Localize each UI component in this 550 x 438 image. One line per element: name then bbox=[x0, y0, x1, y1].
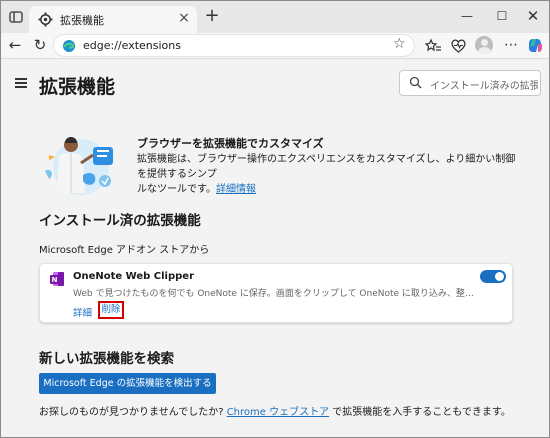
profile-avatar[interactable] bbox=[475, 36, 493, 54]
tab-strip: 拡張機能 × + — ☐ ✕ bbox=[1, 1, 549, 33]
refresh-icon[interactable]: ↻ bbox=[31, 36, 49, 54]
extensions-content: ブラウザーを拡張機能でカスタマイズ 拡張機能は、ブラウザー操作のエクスペリエンス… bbox=[1, 110, 549, 437]
get-extensions-button[interactable]: Microsoft Edge の拡張機能を検出する bbox=[39, 373, 216, 394]
back-arrow-icon[interactable]: ← bbox=[6, 36, 24, 54]
browser-window: 拡張機能 × + — ☐ ✕ ← ↻ edge://extensions ☆ ⋯… bbox=[0, 0, 550, 438]
menu-icon[interactable] bbox=[15, 78, 27, 88]
svg-text:N: N bbox=[52, 276, 58, 284]
search-placeholder: インストール済みの拡張機... bbox=[430, 81, 538, 92]
url-text: edge://extensions bbox=[83, 39, 181, 52]
page-title: 拡張機能 bbox=[39, 76, 116, 98]
onenote-icon: N bbox=[50, 272, 64, 286]
chrome-store-hint: お探しのものが見つかりませんでしたか? Chrome ウェブストア で拡張機能を… bbox=[39, 403, 511, 418]
installed-extensions-heading: インストール済の拡張機能 bbox=[39, 213, 201, 229]
promo-desc-line1: 拡張機能は、ブラウザー操作のエクスペリエンスをカスタマイズし、より細かい制御を提… bbox=[137, 154, 516, 180]
chrome-web-store-link[interactable]: Chrome ウェブストア bbox=[227, 407, 329, 418]
new-tab-icon[interactable]: + bbox=[203, 7, 221, 25]
address-toolbar: ← ↻ edge://extensions ☆ ⋯ bbox=[1, 33, 549, 58]
address-bar[interactable]: edge://extensions ☆ bbox=[53, 34, 415, 57]
minimize-icon[interactable]: — bbox=[458, 7, 476, 25]
extension-card-onenote: N OneNote Web Clipper Web で見つけたものを何でも On… bbox=[39, 263, 513, 323]
promo-description: 拡張機能は、ブラウザー操作のエクスペリエンスをカスタマイズし、より細かい制御を提… bbox=[137, 152, 517, 197]
more-options-icon[interactable]: ⋯ bbox=[504, 36, 518, 54]
extension-description: Web で見つけたものを何でも OneNote に保存。画面をクリップして On… bbox=[73, 289, 477, 299]
search-icon bbox=[409, 76, 422, 89]
close-tab-icon[interactable]: × bbox=[177, 11, 191, 25]
extension-details-link[interactable]: 詳細 bbox=[73, 305, 92, 319]
hint-text-after: で拡張機能を入手することもできます。 bbox=[329, 407, 511, 418]
find-extensions-heading: 新しい拡張機能を検索 bbox=[39, 351, 174, 367]
tab-extensions[interactable]: 拡張機能 × bbox=[29, 6, 197, 33]
search-installed-extensions-input[interactable]: インストール済みの拡張機... bbox=[399, 70, 541, 96]
promo-title: ブラウザーを拡張機能でカスタマイズ bbox=[137, 137, 324, 150]
hint-text-before: お探しのものが見つかりませんでしたか? bbox=[39, 407, 227, 418]
extension-enable-toggle[interactable] bbox=[480, 270, 506, 283]
copilot-icon[interactable] bbox=[528, 38, 543, 53]
tab-title: 拡張機能 bbox=[60, 14, 104, 27]
extension-remove-link[interactable]: 削除 bbox=[98, 301, 124, 319]
extensions-gear-icon bbox=[38, 12, 53, 27]
page-header: 拡張機能 インストール済みの拡張機... bbox=[1, 58, 549, 110]
browser-essentials-icon[interactable] bbox=[450, 37, 467, 54]
favorite-star-icon[interactable]: ☆ bbox=[393, 36, 406, 52]
promo-desc-line2: ルなツールです。 bbox=[137, 184, 216, 195]
close-window-icon[interactable]: ✕ bbox=[524, 7, 542, 25]
extension-name: OneNote Web Clipper bbox=[73, 271, 195, 282]
customize-illustration bbox=[45, 137, 113, 195]
favorites-icon[interactable] bbox=[425, 37, 442, 54]
tab-actions-icon[interactable] bbox=[8, 9, 24, 25]
store-source-label: Microsoft Edge アドオン ストアから bbox=[39, 245, 210, 256]
learn-more-link[interactable]: 詳細情報 bbox=[216, 184, 256, 195]
maximize-icon[interactable]: ☐ bbox=[493, 7, 511, 25]
edge-logo-icon bbox=[63, 40, 75, 52]
